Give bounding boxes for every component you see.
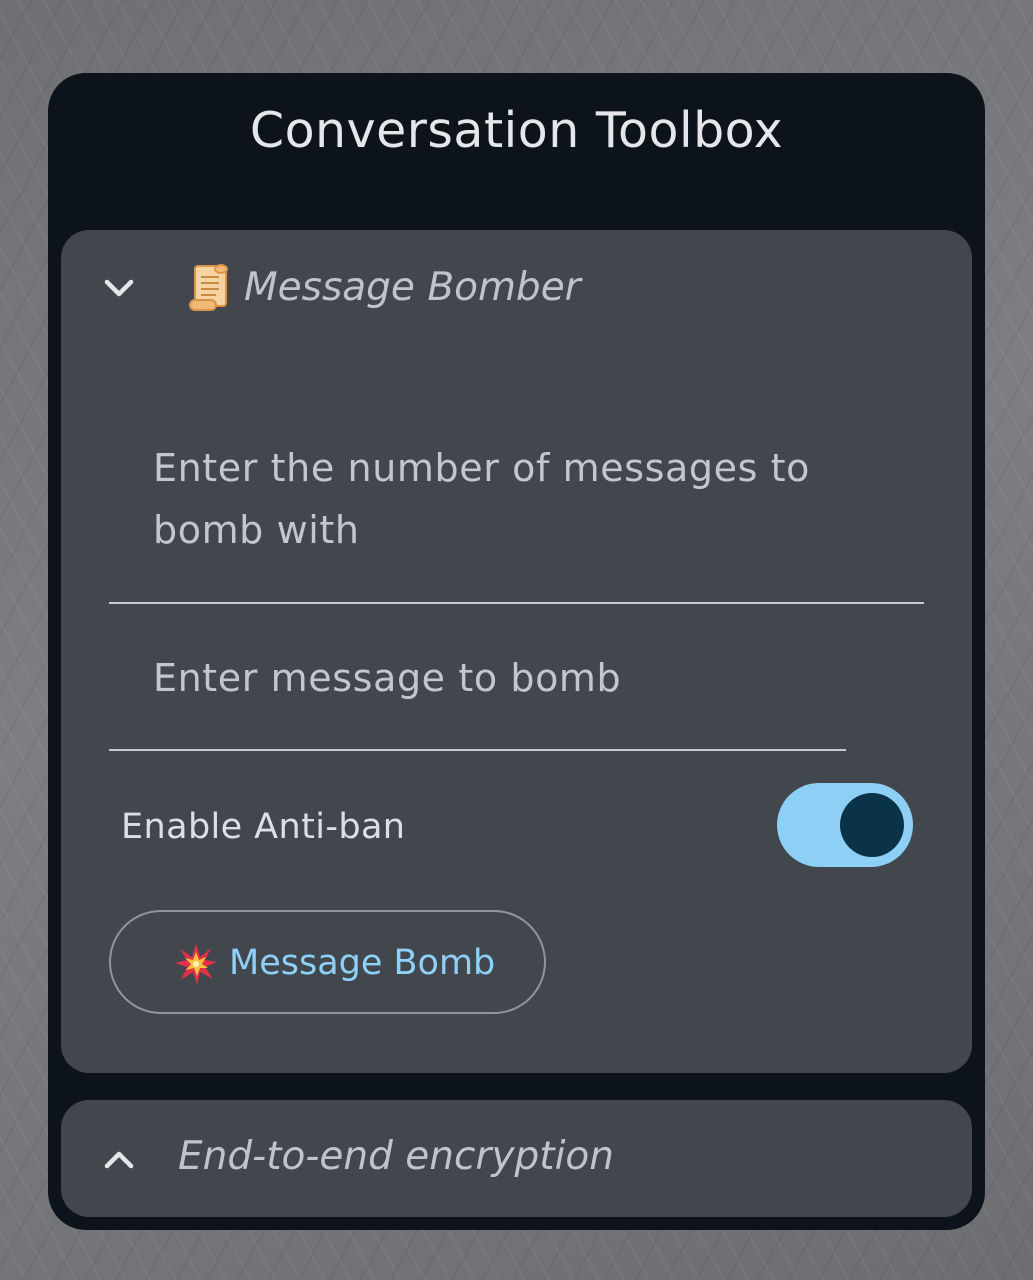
message-count-field[interactable]: Enter the number of messages to bomb wit…	[109, 412, 924, 604]
conversation-toolbox-panel: Conversation Toolbox Message Bomber Ente…	[48, 73, 985, 1230]
collision-icon	[175, 943, 217, 985]
message-bomber-title[interactable]: Message Bomber	[244, 263, 581, 313]
chevron-down-icon[interactable]	[99, 268, 139, 308]
anti-ban-toggle[interactable]	[777, 783, 913, 867]
panel-title: Conversation Toolbox	[249, 102, 784, 159]
message-bomb-button[interactable]: Message Bomb	[109, 910, 546, 1014]
message-bomb-button-label: Message Bomb	[229, 943, 496, 983]
anti-ban-label: Enable Anti-ban	[121, 807, 406, 847]
message-text-field[interactable]: Enter message to bomb	[109, 604, 846, 751]
anti-ban-toggle-thumb	[840, 793, 904, 857]
encryption-section[interactable]: End-to-end encryption	[61, 1100, 972, 1217]
message-text-placeholder: Enter message to bomb	[153, 656, 622, 700]
scroll-icon	[186, 263, 232, 313]
encryption-title[interactable]: End-to-end encryption	[178, 1132, 614, 1182]
message-count-placeholder: Enter the number of messages to bomb wit…	[153, 446, 811, 552]
message-bomber-section: Message Bomber Enter the number of messa…	[61, 230, 972, 1073]
chevron-up-icon[interactable]	[99, 1140, 139, 1180]
